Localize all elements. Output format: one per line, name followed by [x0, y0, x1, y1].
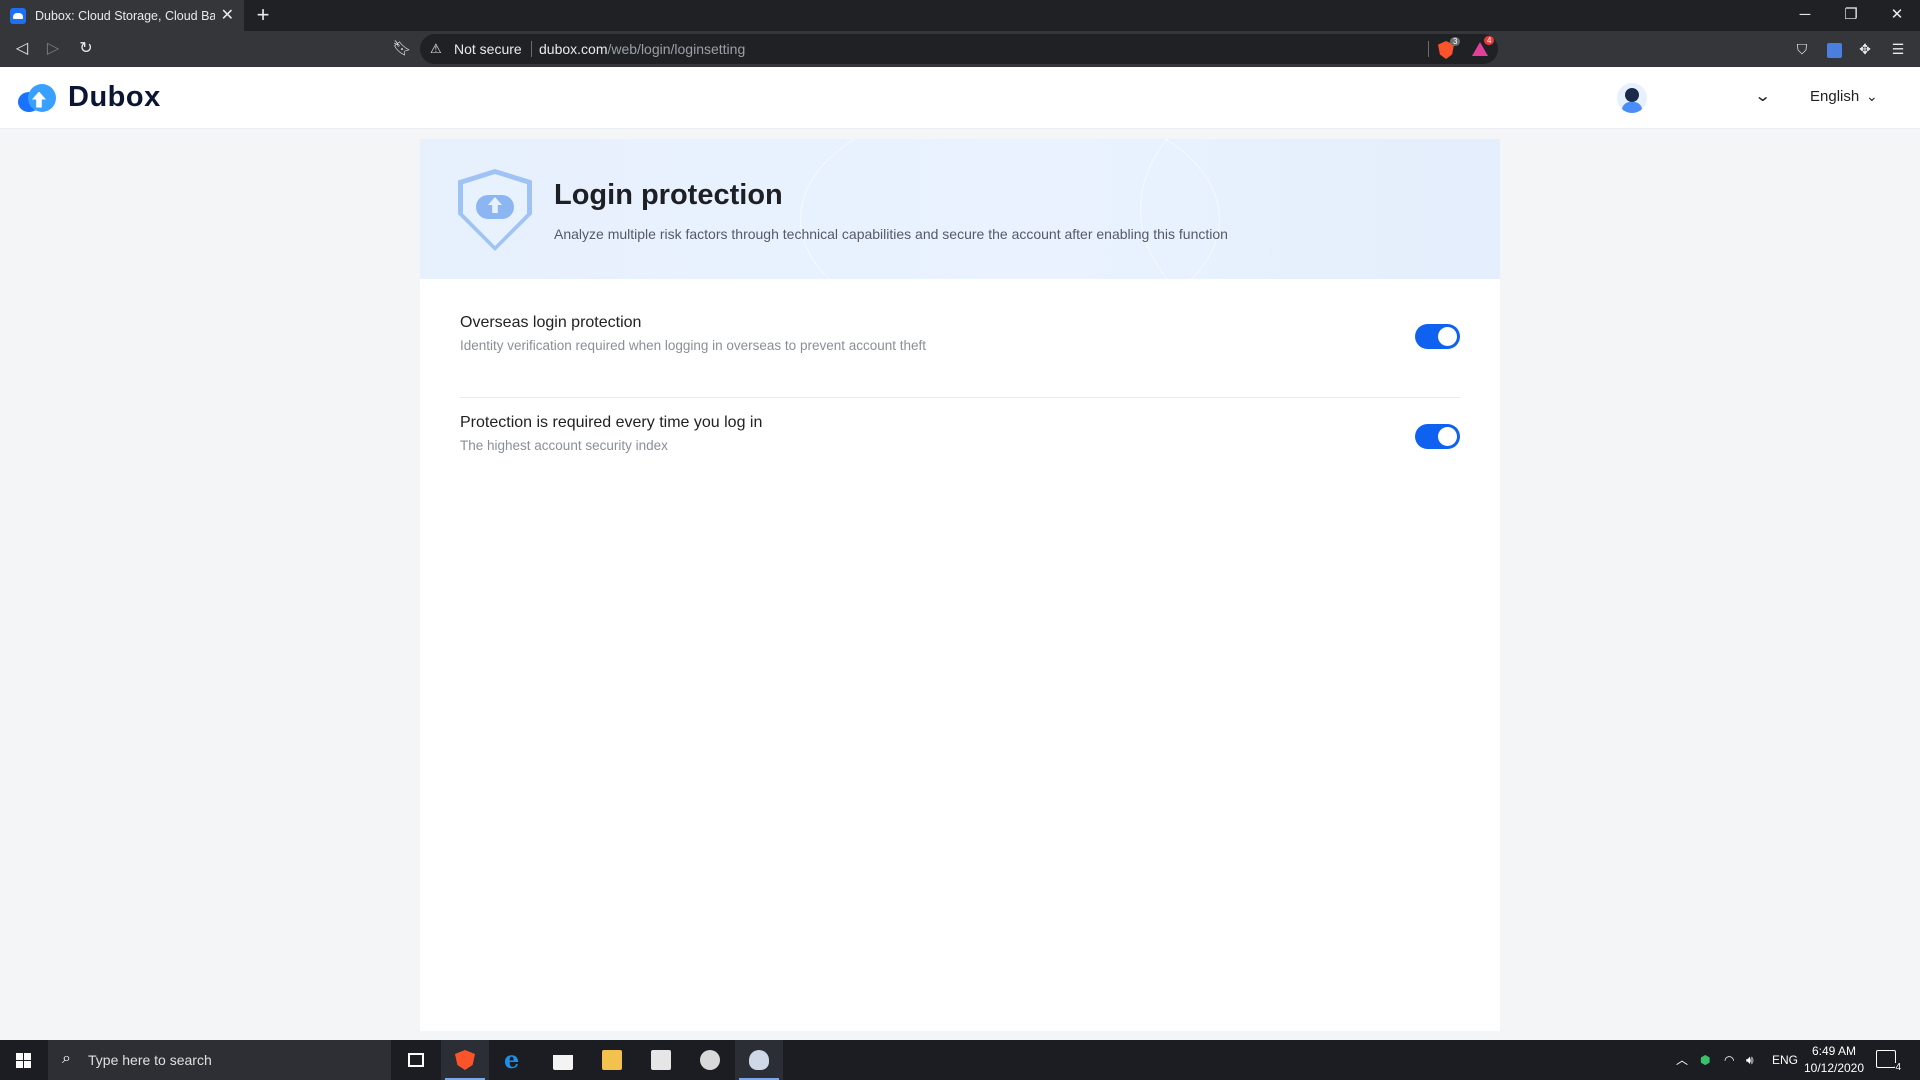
close-window-icon[interactable]: ✕: [1874, 0, 1920, 31]
rewards-badge: 4: [1484, 36, 1495, 45]
url-text[interactable]: dubox.com/web/login/loginsetting: [539, 41, 745, 57]
setting-label: Overseas login protection: [460, 314, 642, 331]
omnibox-divider-right: [1428, 41, 1429, 57]
tab-title: Dubox: Cloud Storage, Cloud Back: [35, 8, 215, 23]
tray-chevron-icon[interactable]: ︿: [1676, 1040, 1688, 1080]
action-center-icon[interactable]: 4: [1876, 1050, 1901, 1073]
setting-description: The highest account security index: [460, 438, 668, 453]
new-tab-button[interactable]: +: [250, 2, 276, 28]
login-protection-card: Login protection Analyze multiple risk f…: [420, 139, 1500, 1031]
browser-menu-icon[interactable]: ☰: [1886, 37, 1910, 61]
setting-description: Identity verification required when logg…: [460, 338, 927, 353]
not-secure-label[interactable]: Not secure: [454, 41, 522, 57]
paint-3d-icon[interactable]: [686, 1040, 734, 1080]
clock-time: 6:49 AM: [1811, 1044, 1857, 1058]
setting-overseas-login: Overseas login protection Identity verif…: [460, 314, 1460, 384]
logo-text: Dubox: [68, 81, 161, 113]
browser-tab[interactable]: Dubox: Cloud Storage, Cloud Back ✕: [0, 0, 244, 31]
network-icon[interactable]: ◠: [1724, 1040, 1734, 1080]
file-explorer-icon[interactable]: [588, 1040, 636, 1080]
brave-taskbar-icon[interactable]: [441, 1040, 489, 1080]
vpn-shield-icon[interactable]: ⛉: [1790, 37, 1814, 61]
minimize-icon[interactable]: ─: [1782, 0, 1828, 31]
settings-divider: [460, 397, 1460, 398]
paint-icon[interactable]: [735, 1040, 783, 1080]
restore-icon[interactable]: ❐: [1828, 0, 1874, 31]
brave-shield-badge: 3: [1450, 37, 1461, 46]
bookmark-icon[interactable]: 🔖︎: [390, 37, 414, 61]
app-header: Dubox ⌄ English ⌄: [0, 67, 1920, 129]
setting-label: Protection is required every time you lo…: [460, 414, 763, 431]
volume-icon[interactable]: 🔊︎: [1746, 1040, 1754, 1080]
back-icon[interactable]: ◁: [10, 37, 34, 61]
every-login-toggle[interactable]: [1415, 424, 1460, 449]
search-placeholder: Type here to search: [88, 1052, 212, 1068]
dubox-favicon-icon: [10, 7, 26, 24]
warning-icon[interactable]: ⚠: [430, 41, 442, 57]
notification-count: 4: [1895, 1062, 1901, 1073]
edge-icon[interactable]: e: [490, 1040, 538, 1080]
setting-every-login: Protection is required every time you lo…: [460, 414, 1460, 484]
windows-start-icon[interactable]: [0, 1040, 48, 1080]
extensions-icon[interactable]: ✥: [1853, 37, 1877, 61]
address-bar[interactable]: ⚠ Not secure dubox.com/web/login/loginse…: [420, 34, 1498, 64]
clock-date: 10/12/2020: [1803, 1061, 1865, 1075]
language-selector[interactable]: English: [1810, 88, 1859, 105]
forward-icon: ▷: [46, 40, 60, 57]
dubox-cloud-icon: [18, 82, 58, 114]
tab-close-icon[interactable]: ✕: [221, 7, 234, 24]
system-clock[interactable]: 6:49 AM 10/12/2020: [1800, 1043, 1868, 1077]
search-icon: ⌕: [62, 1050, 71, 1067]
taskbar-search[interactable]: ⌕ Type here to search: [48, 1040, 391, 1080]
login-protection-banner: Login protection Analyze multiple risk f…: [420, 139, 1500, 279]
browser-tab-strip: Dubox: Cloud Storage, Cloud Back ✕ + ─ ❐…: [0, 0, 1920, 31]
avatar[interactable]: [1617, 83, 1647, 113]
url-host: dubox.com: [539, 41, 608, 57]
reload-icon[interactable]: ↻: [74, 37, 98, 61]
calculator-icon[interactable]: [637, 1040, 685, 1080]
browser-toolbar: ◁ ▷ ↻ 🔖︎ ⚠ Not secure dubox.com/web/logi…: [0, 31, 1920, 67]
overseas-login-toggle[interactable]: [1415, 324, 1460, 349]
page-description: Analyze multiple risk factors through te…: [554, 226, 1228, 242]
input-language[interactable]: ENG: [1772, 1040, 1798, 1080]
window-controls: ─ ❐ ✕: [1782, 0, 1920, 31]
task-view-icon[interactable]: [392, 1040, 440, 1080]
windows-taskbar: ⌕ Type here to search e ︿ ⬢ ◠ 🔊︎ ENG 6:4…: [0, 1040, 1920, 1080]
language-chevron-icon[interactable]: ⌄: [1866, 88, 1878, 105]
dubox-logo[interactable]: Dubox: [18, 81, 161, 114]
security-tray-icon[interactable]: ⬢: [1700, 1040, 1710, 1080]
url-path: /web/login/loginsetting: [607, 41, 746, 57]
chevron-down-icon[interactable]: ⌄: [1754, 86, 1771, 106]
page-title: Login protection: [554, 179, 783, 211]
shield-cloud-icon: [458, 169, 532, 251]
store-icon[interactable]: [539, 1040, 587, 1080]
omnibox-divider: [531, 41, 532, 57]
translate-icon[interactable]: [1822, 37, 1846, 61]
